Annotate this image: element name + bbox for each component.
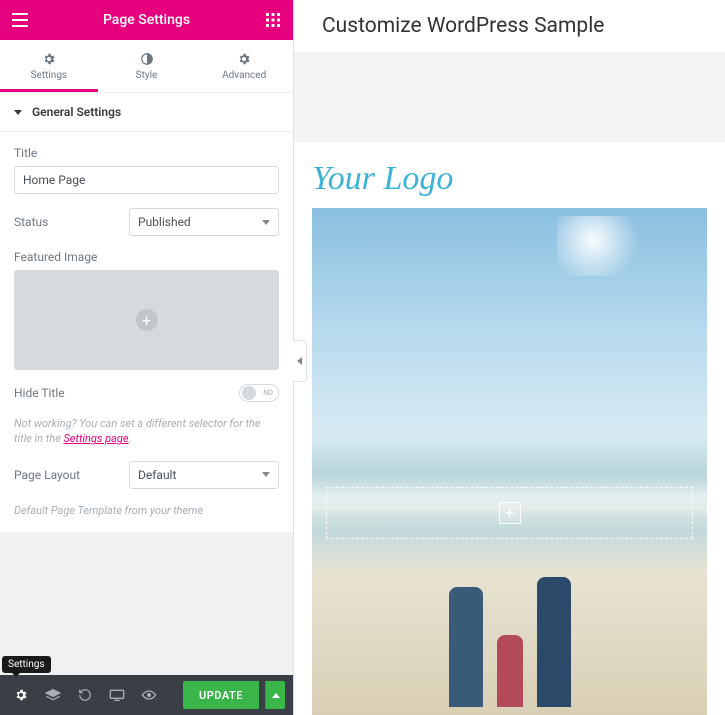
status-field: Status Published [14,208,279,236]
tab-settings[interactable]: Settings [0,40,98,92]
settings-page-link[interactable]: Settings page [63,432,128,445]
featured-image-field: Featured Image + [14,250,279,370]
page-layout-field: Page Layout Default [14,461,279,489]
collapse-panel-handle[interactable] [293,340,307,382]
section-body: Title Status Published Featured Image + … [0,132,293,532]
responsive-icon[interactable] [104,682,130,708]
hide-title-field: Hide Title NO [14,384,279,402]
title-field: Title [14,146,279,194]
toggle-off-label: NO [263,389,273,397]
update-button[interactable]: UPDATE [183,681,259,709]
chevron-down-icon [14,110,22,115]
general-settings-section: General Settings Title Status Published … [0,93,293,532]
chevron-down-icon [262,472,270,477]
logo: Your Logo [312,160,707,198]
template-hint: Default Page Template from your theme [14,503,279,518]
toggle-knob [242,386,256,400]
person-silhouette [449,587,483,707]
preview-icon[interactable] [136,682,162,708]
apps-icon[interactable] [263,10,283,30]
hide-title-toggle[interactable]: NO [239,384,279,402]
preview-gap [294,52,725,142]
hide-title-hint: Not working? You can set a different sel… [14,416,279,447]
sun-glare [557,216,647,276]
editor-panel: Page Settings Settings Style Advanced [0,0,294,715]
section-title: General Settings [32,105,121,119]
page-title: Customize WordPress Sample [294,0,725,52]
tab-style[interactable]: Style [98,40,196,92]
settings-tooltip: Settings [2,656,51,673]
plus-icon: + [499,502,521,524]
page-layout-select[interactable]: Default [129,461,279,489]
panel-tabs: Settings Style Advanced [0,40,293,93]
family-silhouette [449,577,571,707]
gear-icon[interactable] [8,682,34,708]
title-input[interactable] [14,166,279,194]
panel-title: Page Settings [103,12,190,28]
chevron-up-icon [272,693,280,698]
select-value: Published [138,215,191,229]
panel-filler [0,532,293,675]
tab-advanced[interactable]: Advanced [195,40,293,92]
section-header[interactable]: General Settings [0,93,293,132]
status-select[interactable]: Published [129,208,279,236]
preview-area: Customize WordPress Sample Your Logo + [294,0,725,715]
plus-icon: + [136,309,158,331]
panel-footer: UPDATE [0,675,293,715]
update-options-button[interactable] [265,681,285,709]
chevron-down-icon [262,220,270,225]
field-label: Featured Image [14,250,279,264]
field-label: Page Layout [14,468,80,482]
history-icon[interactable] [72,682,98,708]
select-value: Default [138,468,176,482]
featured-image-upload[interactable]: + [14,270,279,370]
gear-icon [195,50,293,68]
layers-icon[interactable] [40,682,66,708]
field-label: Hide Title [14,386,65,400]
person-silhouette [537,577,571,707]
gear-icon [0,50,98,68]
person-silhouette [497,635,523,707]
section-dropzone[interactable]: + [326,487,693,539]
preview-body: Your Logo + [294,142,725,715]
menu-icon[interactable] [10,10,30,30]
tab-label: Settings [0,70,98,81]
field-label: Status [14,215,48,229]
chevron-left-icon [297,357,302,365]
contrast-icon [98,50,196,68]
panel-header: Page Settings [0,0,293,40]
field-label: Title [14,146,279,160]
hero-image: + [312,208,707,715]
tab-label: Style [98,70,196,81]
tab-label: Advanced [195,70,293,81]
